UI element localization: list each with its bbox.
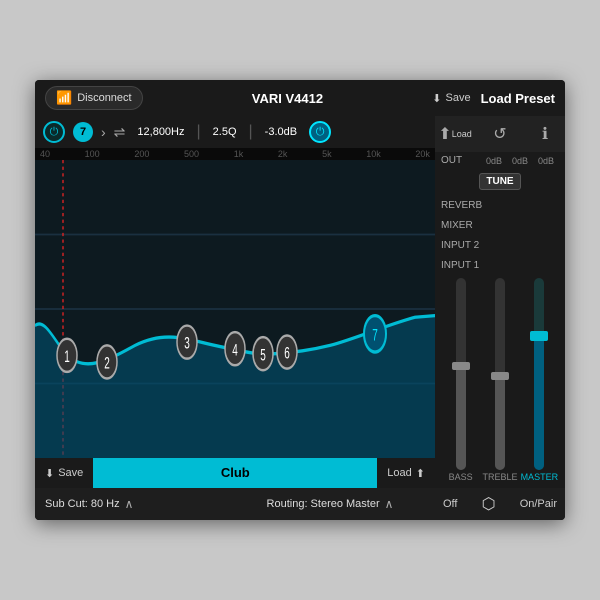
treble-fader-col: TREBLE bbox=[480, 278, 519, 484]
input2-label: INPUT 2 bbox=[441, 240, 479, 251]
treble-fader-fill bbox=[495, 374, 505, 470]
load-bottom-label: Load bbox=[387, 467, 411, 479]
treble-label: TREBLE bbox=[482, 472, 517, 482]
save-bottom-button[interactable]: ⬇ Save bbox=[35, 467, 93, 480]
app-container: 📶 Disconnect VARI V4412 ⬇ Save Load Pres… bbox=[35, 80, 565, 520]
save-top-button[interactable]: ⬇ Save bbox=[432, 92, 470, 105]
right-top-bar: ⬆ Load ↺ ℹ bbox=[435, 116, 565, 152]
gain-value: -3.0dB bbox=[261, 124, 301, 140]
off-label: Off bbox=[443, 498, 457, 510]
disconnect-label: Disconnect bbox=[77, 92, 131, 104]
input1-row: INPUT 1 bbox=[435, 254, 565, 274]
load-right-button[interactable]: ⬆ Load bbox=[441, 120, 469, 148]
bass-fader-thumb[interactable] bbox=[452, 362, 470, 370]
info-icon: ℹ bbox=[542, 124, 548, 144]
mixer-label: MIXER bbox=[441, 220, 473, 231]
ch1-db-label: 0dB bbox=[481, 156, 507, 166]
top-bar: 📶 Disconnect VARI V4412 ⬇ Save Load Pres… bbox=[35, 80, 565, 116]
tune-button[interactable]: TUNE bbox=[479, 173, 520, 190]
disconnect-button[interactable]: 📶 Disconnect bbox=[45, 86, 143, 110]
load-icon: ⬆ bbox=[438, 124, 451, 144]
filter-icon: ⇌ bbox=[114, 124, 126, 141]
ch3-db-label: 0dB bbox=[533, 156, 559, 166]
q-value: 2.5Q bbox=[209, 124, 241, 140]
band-number: 7 bbox=[73, 122, 93, 142]
footer: Sub Cut: 80 Hz ∧ Routing: Stereo Master … bbox=[35, 488, 435, 520]
eq-graph[interactable]: 1 2 3 4 5 6 bbox=[35, 160, 435, 458]
device-name: VARI V4412 bbox=[153, 91, 423, 106]
master-label: MASTER bbox=[521, 472, 559, 482]
on-pair-label: On/Pair bbox=[520, 498, 557, 510]
info-button[interactable]: ℹ bbox=[531, 120, 559, 148]
on-pair-item[interactable]: On/Pair bbox=[520, 498, 557, 510]
svg-text:7: 7 bbox=[372, 326, 378, 344]
faders-area: BASS TREBLE MASTER bbox=[435, 274, 565, 488]
channel-header: OUT 0dB 0dB 0dB bbox=[435, 152, 565, 169]
master-fader-fill bbox=[534, 336, 544, 470]
download-icon: ⬇ bbox=[432, 92, 441, 105]
bass-fader-track[interactable] bbox=[456, 278, 466, 470]
right-footer: Off ⬡ On/Pair bbox=[435, 488, 565, 520]
bass-label: BASS bbox=[449, 472, 473, 482]
routing-chevron[interactable]: ∧ bbox=[385, 497, 394, 511]
sub-cut-chevron[interactable]: ∧ bbox=[125, 497, 134, 511]
mixer-row: MIXER bbox=[435, 214, 565, 234]
freq-labels: 40 100 200 500 1k 2k 5k 10k 20k bbox=[35, 148, 435, 160]
power-right-button[interactable]: ⏻ bbox=[309, 121, 331, 143]
save-bottom-label: Save bbox=[58, 467, 83, 479]
sub-cut-label: Sub Cut: 80 Hz bbox=[45, 498, 120, 510]
reverb-label: REVERB bbox=[441, 200, 482, 211]
svg-text:2: 2 bbox=[104, 354, 110, 372]
bluetooth-item[interactable]: ⬡ bbox=[482, 494, 496, 514]
load-bottom-button[interactable]: Load ⬆ bbox=[377, 467, 435, 480]
master-fader-col: MASTER bbox=[520, 278, 559, 484]
out-label: OUT bbox=[441, 155, 481, 166]
routing-item: Routing: Stereo Master ∧ bbox=[235, 497, 425, 511]
input2-row: INPUT 2 bbox=[435, 234, 565, 254]
bluetooth-icon: ⬡ bbox=[482, 494, 496, 514]
svg-text:3: 3 bbox=[184, 334, 190, 352]
main-area: ⏻ 7 › ⇌ 12,800Hz | 2.5Q | -3.0dB ⏻ 40 10… bbox=[35, 116, 565, 520]
wifi-icon: 📶 bbox=[56, 90, 72, 106]
frequency-value: 12,800Hz bbox=[133, 124, 188, 140]
save-download-icon: ⬇ bbox=[45, 467, 54, 480]
input1-label: INPUT 1 bbox=[441, 260, 479, 271]
save-top-label: Save bbox=[446, 92, 471, 104]
tune-row: TUNE bbox=[435, 169, 565, 194]
master-fader-thumb[interactable] bbox=[530, 331, 548, 341]
svg-text:6: 6 bbox=[284, 344, 290, 362]
bass-fader-col: BASS bbox=[441, 278, 480, 484]
preset-name[interactable]: Club bbox=[93, 458, 377, 488]
treble-fader-thumb[interactable] bbox=[491, 372, 509, 380]
load-upload-icon: ⬆ bbox=[416, 467, 425, 480]
power-left-button[interactable]: ⏻ bbox=[43, 121, 65, 143]
history-icon: ↺ bbox=[493, 124, 506, 144]
history-button[interactable]: ↺ bbox=[486, 120, 514, 148]
svg-text:4: 4 bbox=[232, 341, 238, 359]
treble-fader-track[interactable] bbox=[495, 278, 505, 470]
eq-controls-bar: ⏻ 7 › ⇌ 12,800Hz | 2.5Q | -3.0dB ⏻ bbox=[35, 116, 435, 148]
band-next-button[interactable]: › bbox=[101, 124, 106, 140]
master-fader-track[interactable] bbox=[534, 278, 544, 470]
svg-text:5: 5 bbox=[260, 346, 266, 364]
sub-cut-item: Sub Cut: 80 Hz ∧ bbox=[45, 497, 235, 511]
load-preset-button[interactable]: Load Preset bbox=[481, 91, 555, 106]
ch2-db-label: 0dB bbox=[507, 156, 533, 166]
bass-fader-fill bbox=[456, 364, 466, 470]
right-panel: ⬆ Load ↺ ℹ OUT 0dB 0dB 0dB TUNE bbox=[435, 116, 565, 520]
svg-text:1: 1 bbox=[64, 347, 70, 365]
routing-label: Routing: Stereo Master bbox=[267, 498, 380, 510]
off-item[interactable]: Off bbox=[443, 498, 457, 510]
eq-bottom-bar: ⬇ Save Club Load ⬆ bbox=[35, 458, 435, 488]
load-right-label: Load bbox=[452, 129, 472, 139]
reverb-row: REVERB bbox=[435, 194, 565, 214]
eq-section: ⏻ 7 › ⇌ 12,800Hz | 2.5Q | -3.0dB ⏻ 40 10… bbox=[35, 116, 435, 520]
